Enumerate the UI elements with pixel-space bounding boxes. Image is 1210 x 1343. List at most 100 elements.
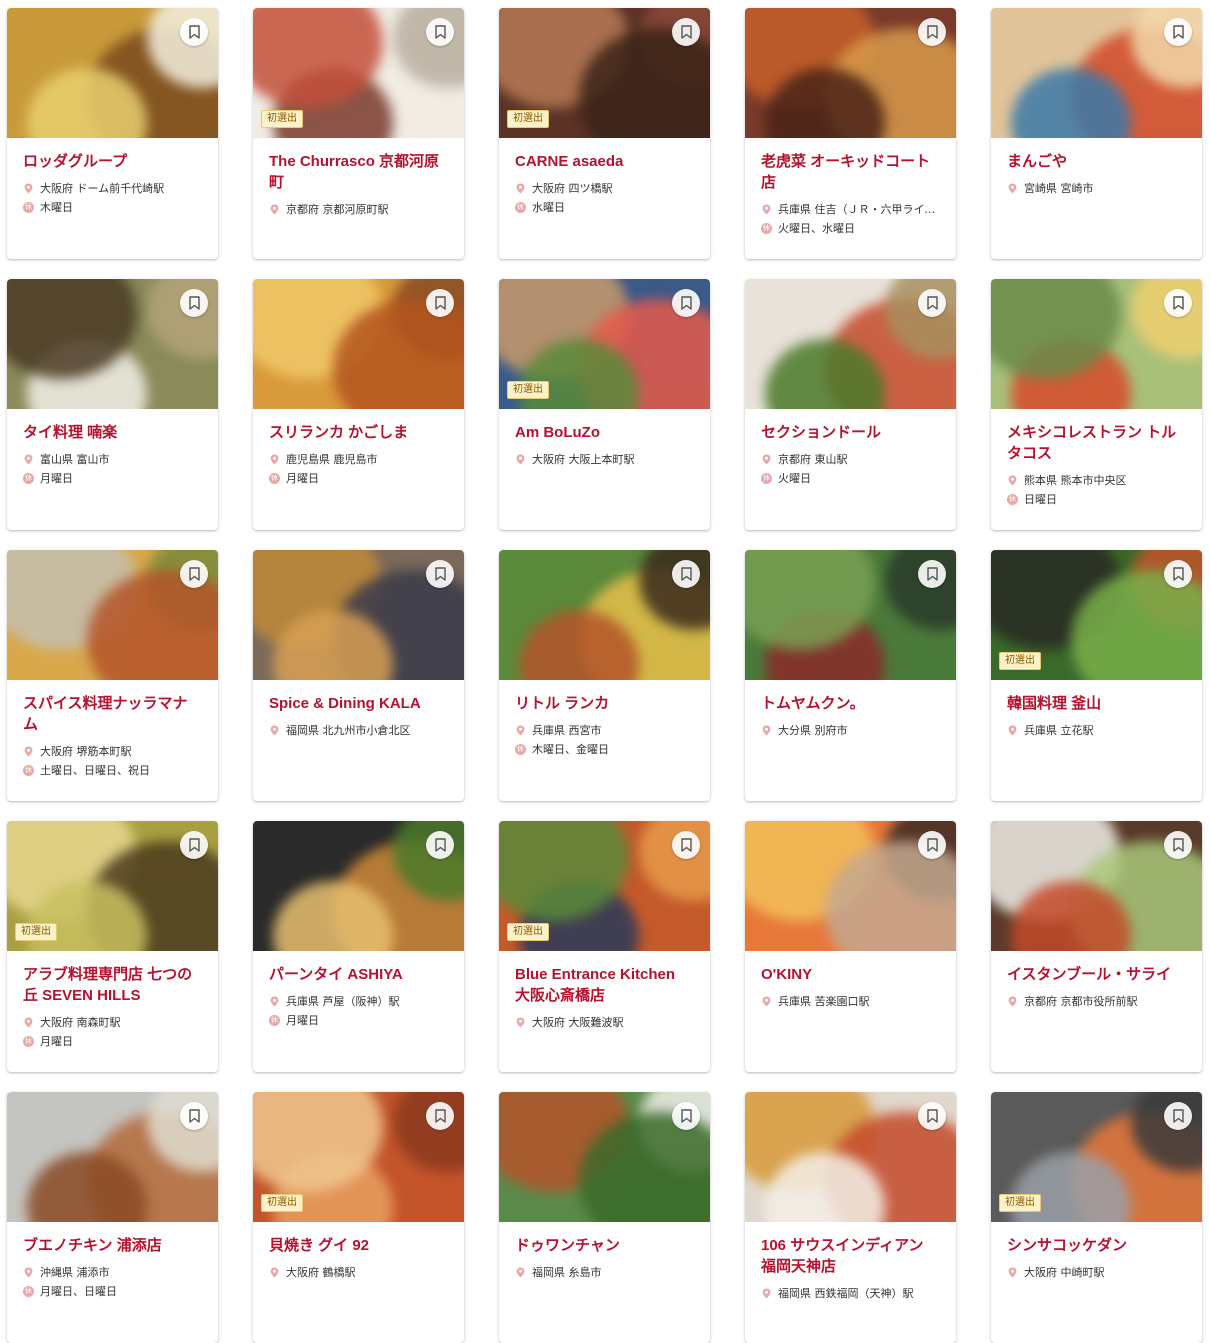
restaurant-card[interactable]: 老虎菜 オーキッドコート店兵庫県 住吉（ＪＲ・六甲ライナー）駅休火曜日、水曜日	[745, 8, 956, 259]
bookmark-button[interactable]	[918, 1102, 946, 1130]
bookmark-button[interactable]	[1164, 560, 1192, 588]
bookmark-button[interactable]	[672, 560, 700, 588]
restaurant-card[interactable]: 初選出 Am BoLuZo 大阪府 大阪上本町駅	[499, 279, 710, 530]
restaurant-photo[interactable]: 初選出	[991, 1092, 1202, 1222]
restaurant-name[interactable]: パーンタイ ASHIYA	[269, 964, 448, 985]
restaurant-card[interactable]: 初選出 CARNE asaeda 大阪府 四ツ橋駅休水曜日	[499, 8, 710, 259]
restaurant-name[interactable]: リトル ランカ	[515, 693, 694, 714]
restaurant-photo[interactable]: 初選出	[499, 279, 710, 409]
restaurant-name[interactable]: セクションドール	[761, 422, 940, 443]
restaurant-photo[interactable]	[253, 550, 464, 680]
restaurant-name[interactable]: メキシコレストラン トルタコス	[1007, 422, 1186, 464]
bookmark-button[interactable]	[918, 18, 946, 46]
restaurant-photo[interactable]	[499, 1092, 710, 1222]
restaurant-name[interactable]: スパイス料理ナッラマナム	[23, 693, 202, 735]
bookmark-button[interactable]	[180, 560, 208, 588]
restaurant-photo[interactable]	[745, 8, 956, 138]
restaurant-name[interactable]: イスタンブール・サライ	[1007, 964, 1186, 985]
bookmark-button[interactable]	[426, 831, 454, 859]
bookmark-button[interactable]	[180, 831, 208, 859]
restaurant-photo[interactable]	[253, 821, 464, 951]
restaurant-card[interactable]: 106 サウスインディアン 福岡天神店 福岡県 西鉄福岡（天神）駅	[745, 1092, 956, 1343]
restaurant-card[interactable]: メキシコレストラン トルタコス 熊本県 熊本市中央区休日曜日	[991, 279, 1202, 530]
restaurant-photo[interactable]: 初選出	[7, 821, 218, 951]
bookmark-button[interactable]	[918, 831, 946, 859]
restaurant-card[interactable]: セクションドール 京都府 東山駅休火曜日	[745, 279, 956, 530]
restaurant-card[interactable]: 初選出 シンサコッケダン 大阪府 中崎町駅	[991, 1092, 1202, 1343]
restaurant-photo[interactable]	[745, 550, 956, 680]
restaurant-photo[interactable]	[745, 279, 956, 409]
restaurant-card[interactable]: タイ料理 喃楽 富山県 富山市休月曜日	[7, 279, 218, 530]
bookmark-button[interactable]	[672, 831, 700, 859]
restaurant-card[interactable]: 初選出 The Churrasco 京都河原町 京都府 京都河原町駅	[253, 8, 464, 259]
restaurant-name[interactable]: シンサコッケダン	[1007, 1235, 1186, 1256]
restaurant-card[interactable]: ドゥワンチャン 福岡県 糸島市	[499, 1092, 710, 1343]
restaurant-photo[interactable]	[499, 550, 710, 680]
restaurant-photo[interactable]	[253, 279, 464, 409]
bookmark-button[interactable]	[1164, 289, 1192, 317]
bookmark-button[interactable]	[180, 1102, 208, 1130]
restaurant-name[interactable]: アラブ料理専門店 七つの丘 SEVEN HILLS	[23, 964, 202, 1006]
restaurant-card[interactable]: 初選出 アラブ料理専門店 七つの丘 SEVEN HILLS 大阪府 南森町駅休月曜日	[7, 821, 218, 1072]
restaurant-photo[interactable]: 初選出	[253, 8, 464, 138]
restaurant-name[interactable]: The Churrasco 京都河原町	[269, 151, 448, 193]
restaurant-photo[interactable]	[991, 279, 1202, 409]
restaurant-photo[interactable]	[991, 8, 1202, 138]
restaurant-name[interactable]: スリランカ かごしま	[269, 422, 448, 443]
restaurant-card[interactable]: Spice & Dining KALA 福岡県 北九州市小倉北区	[253, 550, 464, 801]
restaurant-photo[interactable]	[7, 550, 218, 680]
bookmark-button[interactable]	[180, 18, 208, 46]
restaurant-card[interactable]: ロッダグループ 大阪府 ドーム前千代崎駅休木曜日	[7, 8, 218, 259]
bookmark-button[interactable]	[918, 289, 946, 317]
bookmark-button[interactable]	[1164, 1102, 1192, 1130]
bookmark-button[interactable]	[426, 1102, 454, 1130]
restaurant-name[interactable]: CARNE asaeda	[515, 151, 694, 172]
restaurant-card[interactable]: イスタンブール・サライ 京都府 京都市役所前駅	[991, 821, 1202, 1072]
bookmark-button[interactable]	[918, 560, 946, 588]
restaurant-photo[interactable]	[745, 821, 956, 951]
bookmark-button[interactable]	[672, 289, 700, 317]
restaurant-card[interactable]: トムヤムクン。 大分県 別府市	[745, 550, 956, 801]
restaurant-name[interactable]: Am BoLuZo	[515, 422, 694, 443]
bookmark-button[interactable]	[426, 560, 454, 588]
restaurant-name[interactable]: ドゥワンチャン	[515, 1235, 694, 1256]
bookmark-button[interactable]	[1164, 831, 1192, 859]
restaurant-card[interactable]: まんごや 宮崎県 宮崎市	[991, 8, 1202, 259]
restaurant-card[interactable]: O'KINY 兵庫県 苦楽園口駅	[745, 821, 956, 1072]
restaurant-photo[interactable]	[7, 1092, 218, 1222]
restaurant-name[interactable]: 106 サウスインディアン 福岡天神店	[761, 1235, 940, 1277]
restaurant-card[interactable]: リトル ランカ 兵庫県 西宮市休木曜日、金曜日	[499, 550, 710, 801]
restaurant-name[interactable]: ロッダグループ	[23, 151, 202, 172]
bookmark-button[interactable]	[426, 18, 454, 46]
restaurant-card[interactable]: 初選出 Blue Entrance Kitchen 大阪心斎橋店 大阪府 大阪難波駅	[499, 821, 710, 1072]
restaurant-card[interactable]: 初選出 貝焼き グイ 92 大阪府 鶴橋駅	[253, 1092, 464, 1343]
restaurant-photo[interactable]: 初選出	[499, 8, 710, 138]
restaurant-card[interactable]: ブエノチキン 浦添店 沖縄県 浦添市休月曜日、日曜日	[7, 1092, 218, 1343]
restaurant-name[interactable]: 貝焼き グイ 92	[269, 1235, 448, 1256]
bookmark-button[interactable]	[672, 1102, 700, 1130]
restaurant-photo[interactable]	[745, 1092, 956, 1222]
restaurant-photo[interactable]: 初選出	[499, 821, 710, 951]
restaurant-photo[interactable]	[7, 8, 218, 138]
restaurant-name[interactable]: O'KINY	[761, 964, 940, 985]
bookmark-button[interactable]	[426, 289, 454, 317]
restaurant-name[interactable]: Spice & Dining KALA	[269, 693, 448, 714]
restaurant-photo[interactable]: 初選出	[253, 1092, 464, 1222]
restaurant-name[interactable]: 老虎菜 オーキッドコート店	[761, 151, 940, 193]
restaurant-card[interactable]: スパイス料理ナッラマナム 大阪府 堺筋本町駅休土曜日、日曜日、祝日	[7, 550, 218, 801]
restaurant-name[interactable]: まんごや	[1007, 151, 1186, 172]
restaurant-name[interactable]: タイ料理 喃楽	[23, 422, 202, 443]
restaurant-photo[interactable]	[7, 279, 218, 409]
restaurant-name[interactable]: ブエノチキン 浦添店	[23, 1235, 202, 1256]
restaurant-name[interactable]: トムヤムクン。	[761, 693, 940, 714]
restaurant-name[interactable]: Blue Entrance Kitchen 大阪心斎橋店	[515, 964, 694, 1006]
restaurant-photo[interactable]: 初選出	[991, 550, 1202, 680]
bookmark-button[interactable]	[1164, 18, 1192, 46]
restaurant-card[interactable]: スリランカ かごしま 鹿児島県 鹿児島市休月曜日	[253, 279, 464, 530]
restaurant-card[interactable]: パーンタイ ASHIYA 兵庫県 芦屋（阪神）駅休月曜日	[253, 821, 464, 1072]
bookmark-button[interactable]	[672, 18, 700, 46]
restaurant-name[interactable]: 韓国料理 釜山	[1007, 693, 1186, 714]
restaurant-card[interactable]: 初選出 韓国料理 釜山 兵庫県 立花駅	[991, 550, 1202, 801]
bookmark-button[interactable]	[180, 289, 208, 317]
restaurant-photo[interactable]	[991, 821, 1202, 951]
